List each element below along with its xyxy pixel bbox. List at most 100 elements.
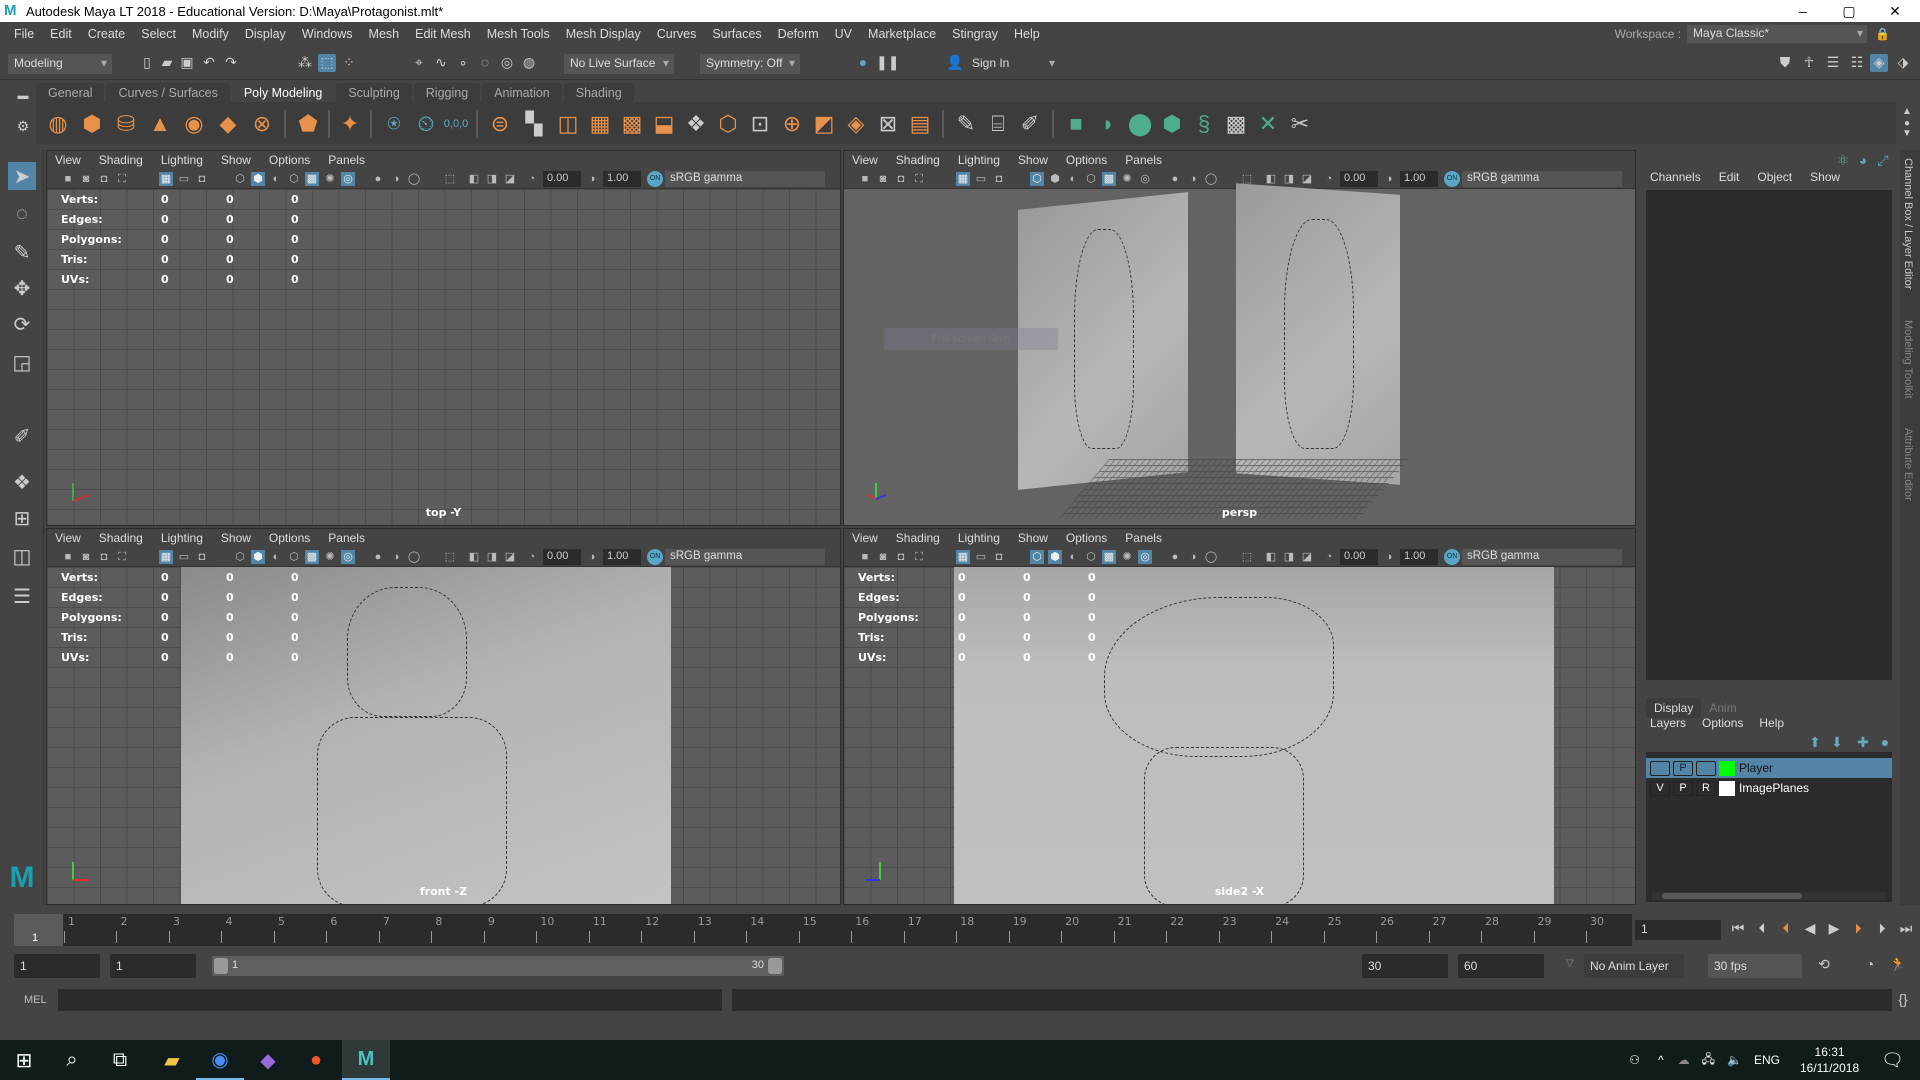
current-time-indicator[interactable]: 1 bbox=[14, 914, 63, 946]
insert-edge-loop-icon[interactable]: ⊡ bbox=[746, 110, 774, 138]
super-shape-icon[interactable]: ✦ bbox=[336, 110, 364, 138]
network-icon[interactable]: 🖧 bbox=[1702, 1050, 1715, 1071]
select-hierarchy-icon[interactable]: ⁂ bbox=[296, 54, 314, 72]
two-view-icon[interactable]: ◫ bbox=[8, 542, 36, 570]
ambient-occlusion-icon[interactable]: ● bbox=[1168, 550, 1182, 564]
bevel-icon[interactable]: ⬡ bbox=[714, 110, 742, 138]
move-layer-up-icon[interactable]: ⬆ bbox=[1806, 734, 1824, 752]
xray-icon[interactable]: ◧ bbox=[467, 550, 481, 564]
language-indicator[interactable]: ENG bbox=[1754, 1053, 1780, 1067]
panel-menu-options[interactable]: Options bbox=[1066, 531, 1107, 545]
image-plane-icon[interactable]: ⛶ bbox=[912, 172, 926, 186]
panel-menu-panels[interactable]: Panels bbox=[1125, 153, 1162, 167]
search-icon[interactable]: ⌕ bbox=[48, 1040, 96, 1080]
gamma-icon[interactable]: ◑ bbox=[585, 172, 599, 186]
film-gate-icon[interactable]: ▭ bbox=[177, 550, 191, 564]
film-gate-icon[interactable]: ▭ bbox=[177, 172, 191, 186]
gamma-field[interactable]: 1.00 bbox=[1400, 171, 1438, 187]
layer-name[interactable]: ImagePlanes bbox=[1739, 781, 1809, 795]
menu-deform[interactable]: Deform bbox=[770, 27, 827, 41]
task-view-icon[interactable]: ⧉ bbox=[96, 1040, 144, 1080]
minimize-button[interactable]: – bbox=[1780, 0, 1826, 22]
menu-help[interactable]: Help bbox=[1006, 27, 1048, 41]
cut-uv-icon[interactable]: ✂ bbox=[1286, 110, 1314, 138]
textured-icon[interactable]: ▩ bbox=[1102, 550, 1116, 564]
target-weld-icon[interactable]: ◩ bbox=[810, 110, 838, 138]
cb-menu-edit[interactable]: Edit bbox=[1719, 170, 1740, 184]
lights-icon[interactable]: ✺ bbox=[1120, 172, 1134, 186]
camera-icon[interactable]: ■ bbox=[61, 550, 75, 564]
poly-sphere-icon[interactable]: ◍ bbox=[44, 110, 72, 138]
chrome-icon[interactable]: ◉ bbox=[196, 1040, 244, 1080]
playback-end-field[interactable]: 30 bbox=[1362, 954, 1448, 978]
new-scene-icon[interactable]: ▯ bbox=[138, 54, 156, 72]
shadows-icon[interactable]: ◎ bbox=[1138, 172, 1152, 186]
flat-shade-icon[interactable]: ◐ bbox=[1066, 172, 1080, 186]
play-backwards-icon[interactable]: ◀ bbox=[1800, 920, 1820, 937]
exposure-field[interactable]: 0.00 bbox=[1340, 171, 1378, 187]
range-start-handle[interactable] bbox=[214, 958, 228, 974]
visual-studio-icon[interactable]: ◆ bbox=[244, 1040, 292, 1080]
step-forward-frame-icon[interactable]: ⏵ bbox=[1872, 920, 1892, 937]
extrude-icon[interactable]: ⬓ bbox=[650, 110, 678, 138]
loop-icon[interactable]: ⟲ bbox=[1814, 956, 1834, 973]
isolate-select-icon[interactable]: ⬚ bbox=[443, 550, 457, 564]
camera-icon[interactable]: ■ bbox=[858, 172, 872, 186]
viewport-canvas[interactable]: Verts: 0 0 0 Edges: 0 0 0 Polygons: 0 0 0 Tris: 0 0… bbox=[844, 567, 1635, 904]
xray-joints-icon[interactable]: ◨ bbox=[1282, 550, 1296, 564]
wireframe-on-shaded-icon[interactable]: ⬡ bbox=[287, 172, 301, 186]
camera-attributes-icon[interactable]: ◘ bbox=[894, 172, 908, 186]
show-hidden-icons[interactable]: ^ bbox=[1658, 1053, 1664, 1067]
connect-icon[interactable]: ⊠ bbox=[874, 110, 902, 138]
menu-display[interactable]: Display bbox=[237, 27, 294, 41]
panel-menu-panels[interactable]: Panels bbox=[328, 153, 365, 167]
unfold-uv-icon[interactable]: ✕ bbox=[1254, 110, 1282, 138]
resolution-gate-icon[interactable]: ◘ bbox=[195, 550, 209, 564]
layer-color-swatch[interactable] bbox=[1719, 780, 1735, 796]
panel-menu-panels[interactable]: Panels bbox=[1125, 531, 1162, 545]
xray-joints-icon[interactable]: ◨ bbox=[1282, 172, 1296, 186]
start-icon[interactable]: ⊞ bbox=[0, 1040, 48, 1080]
outliner-view-icon[interactable]: ☰ bbox=[8, 582, 36, 610]
maximize-button[interactable]: ▢ bbox=[1826, 0, 1872, 22]
color-space-dropdown[interactable]: sRGB gamma bbox=[665, 549, 825, 565]
ambient-occlusion-icon[interactable]: ● bbox=[1168, 172, 1182, 186]
bridge-icon[interactable]: ❖ bbox=[682, 110, 710, 138]
ambient-occlusion-icon[interactable]: ● bbox=[371, 550, 385, 564]
automatic-uv-icon[interactable]: ⬢ bbox=[1158, 110, 1186, 138]
gamma-icon[interactable]: ◑ bbox=[1382, 550, 1396, 564]
xray-components-icon[interactable]: ◪ bbox=[1300, 172, 1314, 186]
channel-box-body[interactable] bbox=[1646, 190, 1892, 680]
layer-list-scrollbar[interactable] bbox=[1652, 892, 1886, 900]
step-back-frame-icon[interactable]: ⏴ bbox=[1752, 920, 1772, 937]
panel-menu-lighting[interactable]: Lighting bbox=[161, 531, 203, 545]
wireframe-icon[interactable]: ⬡ bbox=[233, 550, 247, 564]
select-tool-icon[interactable]: ➤ bbox=[8, 162, 36, 190]
smooth-shade-icon[interactable]: ⬢ bbox=[251, 550, 265, 564]
motion-blur-icon[interactable]: ◑ bbox=[389, 172, 403, 186]
shelf-tab-rigging[interactable]: Rigging bbox=[413, 83, 481, 103]
poly-torus-icon[interactable]: ◉ bbox=[180, 110, 208, 138]
move-layer-down-icon[interactable]: ⬇ bbox=[1828, 734, 1846, 752]
wireframe-on-shaded-icon[interactable]: ⬡ bbox=[1084, 172, 1098, 186]
reduce-icon[interactable]: ▩ bbox=[618, 110, 646, 138]
shelf-scroll-down-icon[interactable]: ▼ bbox=[1898, 126, 1916, 144]
shelf-tab-curves-surfaces[interactable]: Curves / Surfaces bbox=[106, 83, 230, 103]
shelf-tab-shading[interactable]: Shading bbox=[563, 83, 634, 103]
menu-create[interactable]: Create bbox=[80, 27, 134, 41]
textured-icon[interactable]: ▩ bbox=[305, 172, 319, 186]
snap-projected-icon[interactable]: ◍ bbox=[520, 54, 538, 72]
snap-live-icon[interactable]: ◎ bbox=[498, 54, 516, 72]
smooth-shade-icon[interactable]: ⬢ bbox=[1048, 172, 1062, 186]
shelf-menu-icon[interactable]: ▬ bbox=[14, 88, 32, 106]
snap-curve-icon[interactable]: ∿ bbox=[432, 54, 450, 72]
layer-menu-options[interactable]: Options bbox=[1702, 716, 1743, 730]
tool-settings-toggle-icon[interactable]: ☷ bbox=[1848, 54, 1866, 72]
layer-row[interactable]: P Player bbox=[1646, 758, 1892, 778]
step-back-key-icon[interactable]: ⏴ bbox=[1776, 920, 1796, 937]
pause-icon[interactable]: ❚❚ bbox=[876, 54, 899, 72]
go-to-end-icon[interactable]: ⏭ bbox=[1896, 920, 1916, 937]
poly-plane-icon[interactable]: ◆ bbox=[214, 110, 242, 138]
snap-point-icon[interactable]: ∘ bbox=[454, 54, 472, 72]
menu-curves[interactable]: Curves bbox=[649, 27, 705, 41]
